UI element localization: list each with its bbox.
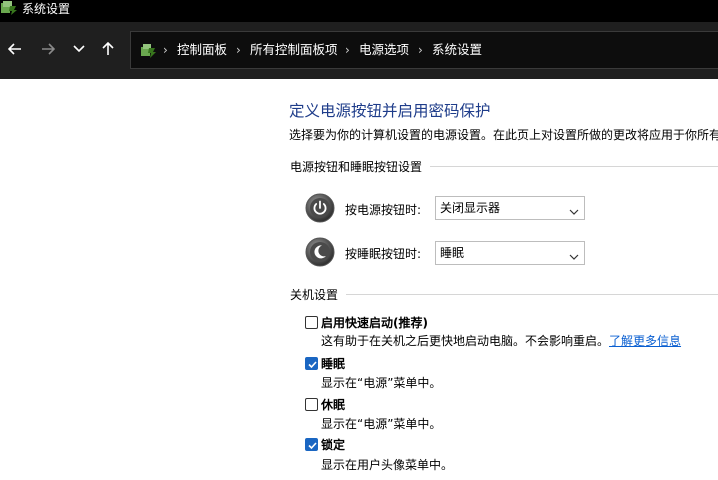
title-bar: 系统设置 (0, 0, 718, 22)
sleep-button-action-select[interactable]: 睡眠 (435, 241, 585, 265)
breadcrumb-separator: › (418, 43, 423, 57)
breadcrumb-control-panel[interactable]: 控制面板 (177, 42, 227, 58)
fast-startup-label[interactable]: 启用快速启动(推荐) (321, 314, 428, 331)
hibernate-option-description: 显示在“电源”菜单中。 (321, 417, 442, 431)
power-options-icon (0, 0, 18, 16)
back-button[interactable] (2, 36, 28, 62)
chevron-down-icon (569, 204, 579, 218)
section-header-buttons: 电源按钮和睡眠按钮设置 (290, 160, 423, 174)
up-button[interactable] (95, 36, 121, 62)
checkmark-icon (308, 361, 317, 369)
arrow-up-icon (102, 42, 114, 56)
section-divider (346, 294, 718, 295)
fast-startup-description: 这有助于在关机之后更快地启动电脑。不会影响重启。了解更多信息 (321, 332, 681, 349)
lock-option-label[interactable]: 锁定 (321, 436, 345, 453)
chevron-down-icon (569, 249, 579, 263)
sleep-option-description: 显示在“电源”菜单中。 (321, 376, 442, 390)
sleep-button-action-value: 睡眠 (440, 246, 465, 260)
sleep-checkbox[interactable] (305, 357, 318, 370)
hibernate-checkbox[interactable] (305, 398, 318, 411)
arrow-left-icon (8, 43, 22, 55)
forward-button[interactable] (35, 36, 61, 62)
power-button-action-value: 关闭显示器 (440, 201, 501, 215)
recent-locations-button[interactable] (66, 36, 92, 62)
section-header-shutdown: 关机设置 (290, 288, 339, 302)
section-divider (430, 166, 718, 167)
arrow-right-icon (41, 43, 55, 55)
breadcrumb-system-settings[interactable]: 系统设置 (432, 42, 482, 58)
chevron-down-icon (73, 45, 85, 53)
address-bar[interactable]: › 控制面板 › 所有控制面板项 › 电源选项 › 系统设置 (130, 31, 718, 69)
sleep-option-label[interactable]: 睡眠 (321, 355, 345, 372)
fast-startup-checkbox[interactable] (305, 316, 318, 329)
lock-option-description: 显示在用户头像菜单中。 (321, 458, 454, 472)
sleep-button-label: 按睡眠按钮时: (345, 247, 422, 261)
checkmark-icon (308, 442, 317, 450)
power-button-icon (305, 193, 335, 223)
page-title: 定义电源按钮并启用密码保护 (289, 102, 491, 120)
breadcrumb-separator: › (163, 43, 168, 57)
sleep-button-icon (305, 237, 335, 267)
breadcrumb-power-options[interactable]: 电源选项 (359, 42, 409, 58)
learn-more-link[interactable]: 了解更多信息 (609, 334, 681, 348)
breadcrumb-separator: › (236, 43, 241, 57)
fast-startup-description-text: 这有助于在关机之后更快地启动电脑。不会影响重启。 (321, 334, 610, 348)
breadcrumb-separator: › (345, 43, 350, 57)
window-title: 系统设置 (22, 2, 71, 16)
power-button-label: 按电源按钮时: (345, 203, 422, 217)
navigation-bar: › 控制面板 › 所有控制面板项 › 电源选项 › 系统设置 (0, 22, 718, 79)
control-panel-icon (139, 42, 157, 60)
breadcrumb-all-items[interactable]: 所有控制面板项 (250, 42, 338, 58)
lock-checkbox[interactable] (305, 438, 318, 451)
page-description: 选择要为你的计算机设置的电源设置。在此页上对设置所做的更改将应用于你所有 (289, 128, 718, 142)
hibernate-option-label[interactable]: 休眠 (321, 396, 345, 413)
power-button-action-select[interactable]: 关闭显示器 (435, 196, 585, 220)
